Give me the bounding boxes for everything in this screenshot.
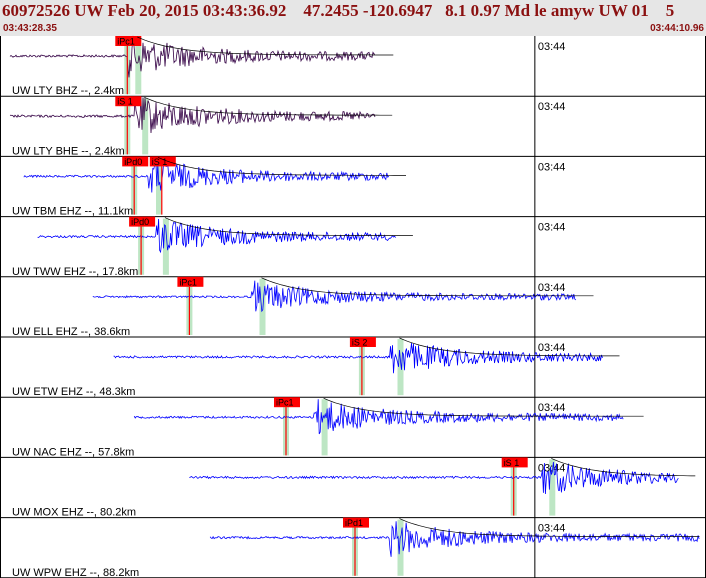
minute-mark-label: 03:44	[538, 161, 566, 173]
channel-label: UW LTY BHE --, 2.4km	[12, 145, 125, 157]
waveform-trace[interactable]	[23, 159, 390, 193]
coda-envelope-curve	[137, 36, 394, 56]
minute-mark-label: 03:44	[538, 101, 566, 113]
channel-row[interactable]: 03:44iS 1UW MOX EHZ --, 80.2km	[0, 457, 706, 519]
channel-row[interactable]: 03:44 iS 1 UW LTY BHE --, 2.4km	[0, 96, 706, 157]
channel-label: UW ELL EHZ --, 38.6km	[12, 326, 130, 338]
phase-pick-label: iS 1	[117, 97, 133, 107]
channel-label: UW WPW EHZ --, 88.2km	[12, 567, 139, 578]
channel-row[interactable]: 03:44 iS 2 UW ETW EHZ --, 48.3km	[0, 337, 706, 398]
channel-label: UW LTY BHZ --, 2.4km	[12, 85, 124, 97]
phase-pick-label: iPc1	[117, 37, 135, 47]
minute-mark-label: 03:44	[538, 523, 566, 535]
waveform-trace[interactable]	[9, 35, 376, 78]
channel-row[interactable]: 03:44 iPc1 UW LTY BHZ --, 2.4km	[0, 35, 706, 97]
waveform-trace[interactable]	[189, 461, 679, 495]
phase-pick-label: iPc1	[179, 277, 197, 287]
waveform-trace[interactable]	[209, 521, 700, 557]
minute-mark-label: 03:44	[538, 282, 566, 294]
minute-mark-label: 03:44	[538, 222, 566, 234]
seismogram-panel[interactable]: 03:44 iPc1 UW LTY BHZ --, 2.4km 03:44 iS 1 UW…	[0, 0, 706, 578]
phase-pick-label: iPd1	[345, 518, 363, 528]
phase-pick-label: iS 2	[352, 338, 368, 348]
minute-mark-label: 03:44	[538, 41, 566, 53]
coda-envelope-curve	[164, 217, 413, 236]
phase-pick-label: iPd0	[124, 157, 142, 167]
channel-row[interactable]: 03:44 iPc1 UW NAC EHZ --, 57.8km	[0, 397, 706, 458]
channel-row[interactable]: 03:44 iPd0 UW TWW EHZ --, 17.8km	[0, 216, 706, 278]
phase-pick-label: iPd0	[131, 217, 149, 227]
channel-label: UW NAC EHZ --, 57.8km	[12, 446, 134, 458]
phase-pick-label: iS 1	[504, 458, 520, 468]
channel-label: UW TWW EHZ --, 17.8km	[12, 266, 138, 278]
coda-envelope-curve	[323, 397, 644, 417]
waveform-trace[interactable]	[113, 343, 603, 374]
minute-mark-label: 03:44	[538, 402, 566, 414]
channel-row[interactable]: 03:44iPd0 iS 1UW TBM EHZ --, 11.1km	[0, 156, 706, 218]
channel-label: UW ETW EHZ --, 48.3km	[12, 386, 135, 398]
analysis-window	[397, 339, 404, 396]
channel-row[interactable]: 03:44 iPc1 UW ELL EHZ --, 38.6km	[0, 276, 706, 338]
phase-pick-label: iPc1	[276, 398, 294, 408]
minute-mark-label: 03:44	[538, 342, 566, 354]
channel-label: UW TBM EHZ --, 11.1km	[12, 206, 133, 218]
channel-label: UW MOX EHZ --, 80.2km	[12, 507, 136, 519]
analysis-window	[321, 399, 328, 456]
channel-row[interactable]: 03:44 iPd1 UW WPW EHZ --, 88.2km	[0, 517, 706, 578]
coda-envelope-curve	[157, 157, 406, 176]
